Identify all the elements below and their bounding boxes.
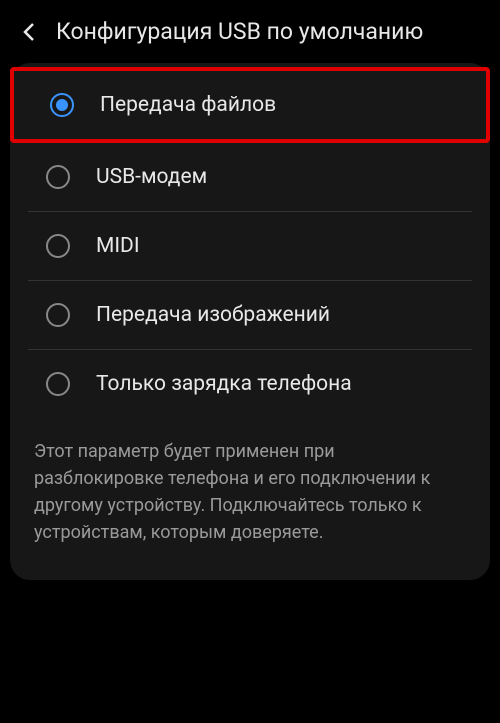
description-text: Этот параметр будет применен при разблок…	[10, 418, 490, 576]
option-image-transfer[interactable]: Передача изображений	[28, 281, 472, 350]
option-usb-modem[interactable]: USB-модем	[28, 143, 472, 212]
options-panel: Передача файлов USB-модем MIDI Передача …	[10, 63, 490, 580]
option-midi[interactable]: MIDI	[28, 212, 472, 281]
page-title: Конфигурация USB по умолчанию	[56, 18, 423, 45]
option-label: Передача изображений	[96, 303, 330, 327]
back-icon[interactable]	[22, 25, 36, 39]
header: Конфигурация USB по умолчанию	[6, 6, 494, 63]
radio-icon	[46, 372, 70, 396]
option-label: Только зарядка телефона	[96, 372, 352, 396]
radio-icon	[46, 234, 70, 258]
option-charge-only[interactable]: Только зарядка телефона	[28, 350, 472, 418]
radio-icon	[46, 165, 70, 189]
settings-screen: Конфигурация USB по умолчанию Передача ф…	[0, 0, 500, 723]
radio-icon	[50, 93, 74, 117]
option-list: Передача файлов USB-модем MIDI Передача …	[10, 67, 490, 418]
option-label: USB-модем	[96, 165, 207, 189]
option-label: MIDI	[96, 234, 140, 258]
option-label: Передача файлов	[100, 93, 276, 117]
option-file-transfer[interactable]: Передача файлов	[10, 67, 490, 143]
radio-icon	[46, 303, 70, 327]
